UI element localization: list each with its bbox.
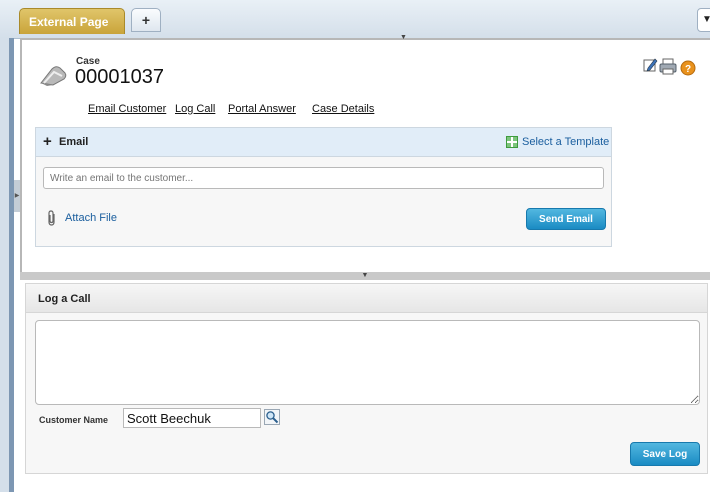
edit-icon[interactable] (643, 58, 658, 72)
add-tab-button[interactable]: + (131, 8, 161, 32)
tab-external-page[interactable]: External Page (19, 8, 125, 34)
call-notes-textarea[interactable] (35, 320, 700, 405)
save-log-button[interactable]: Save Log (630, 442, 700, 466)
sidebar-border (9, 38, 14, 492)
customer-name-label: Customer Name (39, 415, 109, 425)
attach-file-link[interactable]: Attach File (65, 212, 117, 224)
email-title: Email (59, 136, 89, 148)
select-template-link[interactable]: Select a Template (522, 136, 609, 148)
email-header: + Email Select a Template (36, 128, 611, 157)
svg-text:?: ? (685, 64, 691, 75)
case-number: 00001037 (75, 66, 164, 88)
print-icon[interactable] (659, 58, 677, 75)
template-grid-icon[interactable] (506, 136, 518, 148)
email-composer: + Email Select a Template Attach File Se… (35, 127, 612, 247)
lookup-search-icon[interactable] (264, 409, 280, 425)
send-email-button[interactable]: Send Email (526, 208, 606, 230)
portal-answer-link[interactable]: Portal Answer (228, 103, 296, 115)
customer-name-input[interactable] (123, 408, 261, 428)
case-icon (40, 66, 67, 86)
email-customer-link[interactable]: Email Customer (88, 103, 166, 115)
panel-splitter[interactable]: ▼ (20, 272, 710, 280)
log-call-panel: Log a Call Customer Name Save Log (25, 283, 708, 474)
header-icons: ? (643, 58, 696, 76)
case-details-link[interactable]: Case Details (312, 103, 374, 115)
expand-plus-icon[interactable]: + (43, 134, 52, 149)
help-icon[interactable]: ? (680, 60, 696, 76)
log-call-link[interactable]: Log Call (175, 103, 215, 115)
tab-menu-chevron-down-icon[interactable]: ▼ (697, 8, 710, 32)
paperclip-icon[interactable] (47, 210, 57, 229)
tab-bar: External Page + ▼ (0, 0, 710, 39)
log-call-title: Log a Call (38, 293, 91, 305)
log-call-header: Log a Call (26, 284, 707, 313)
panel-resize-grip-icon[interactable]: ▼ (400, 34, 407, 41)
email-body-input[interactable] (43, 167, 604, 189)
